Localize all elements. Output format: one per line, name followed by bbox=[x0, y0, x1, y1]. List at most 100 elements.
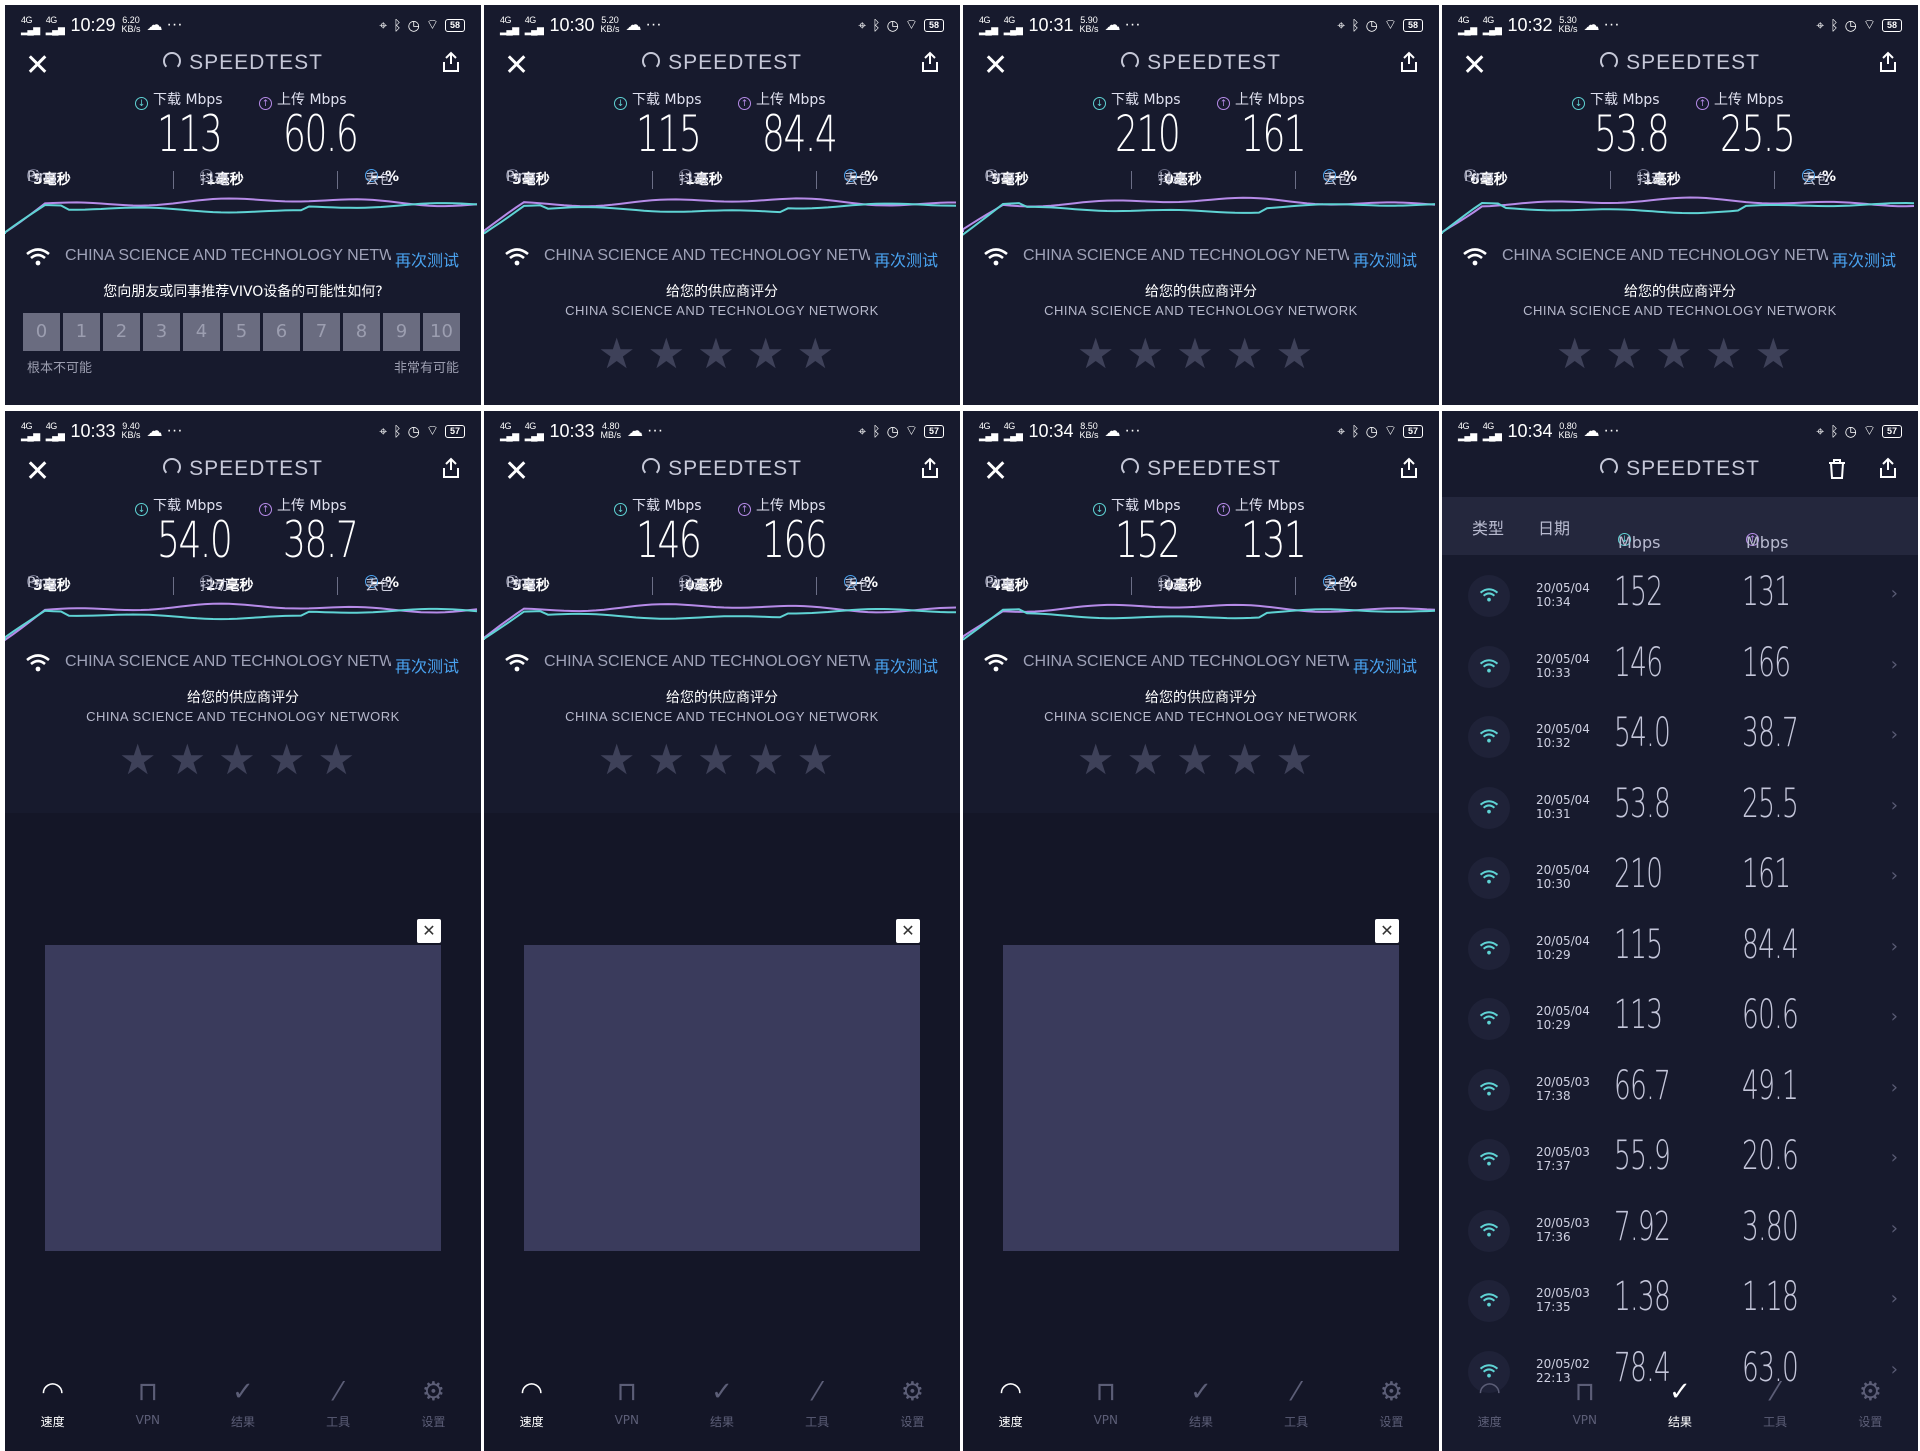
speedtest-logo-icon bbox=[163, 52, 182, 70]
ad-close-icon[interactable]: ✕ bbox=[417, 919, 441, 943]
ad-close-icon[interactable]: ✕ bbox=[896, 919, 920, 943]
share-icon[interactable] bbox=[1399, 51, 1419, 73]
share-icon[interactable] bbox=[920, 51, 940, 73]
cloud-icon: ☁ bbox=[146, 423, 163, 440]
nav-label: 结果 bbox=[230, 1415, 255, 1429]
rating-stars[interactable]: ★★★★★ bbox=[484, 329, 960, 378]
nps-option-4[interactable]: 4 bbox=[183, 313, 220, 351]
history-row[interactable]: 20/05/03 17:36 7.92 3.80 › bbox=[1442, 1196, 1918, 1266]
wifi-icon bbox=[1468, 716, 1510, 758]
nav-gauge[interactable]: ◠ 速度 bbox=[502, 1371, 562, 1430]
history-row[interactable]: 20/05/04 10:31 53.8 25.5 › bbox=[1442, 773, 1918, 843]
retest-link[interactable]: 再次测试 bbox=[869, 653, 938, 677]
nav-magic-wand[interactable]: ⁄ 工具 bbox=[1266, 1371, 1326, 1430]
chevron-right-icon: › bbox=[1890, 1147, 1898, 1168]
nps-option-6[interactable]: 6 bbox=[263, 313, 300, 351]
nav-check-circle[interactable]: ✓ 结果 bbox=[1171, 1371, 1231, 1430]
share-icon[interactable] bbox=[1878, 457, 1898, 479]
nav-magic-wand[interactable]: ⁄ 工具 bbox=[308, 1371, 368, 1430]
rating-stars[interactable]: ★★★★★ bbox=[963, 329, 1439, 378]
nav-magic-wand[interactable]: ⁄ 工具 bbox=[787, 1371, 847, 1430]
metrics-row: s Ping 5毫秒 ~ 抖动 1毫秒 ? 丢包 —% bbox=[484, 169, 960, 191]
nav-gear[interactable]: ⚙ 设置 bbox=[403, 1371, 463, 1430]
nav-check-circle[interactable]: ✓ 结果 bbox=[692, 1371, 752, 1430]
rating-stars[interactable]: ★★★★★ bbox=[484, 735, 960, 784]
rating-stars[interactable]: ★★★★★ bbox=[963, 735, 1439, 784]
history-upload: 20.6 bbox=[1742, 1133, 1799, 1179]
alarm-icon: ◷ bbox=[407, 422, 420, 439]
rating-title: 给您的供应商评分 bbox=[666, 690, 778, 706]
speedtest-logo-icon bbox=[642, 52, 661, 70]
wifi-icon bbox=[25, 653, 51, 673]
history-row[interactable]: 20/05/03 17:37 55.9 20.6 › bbox=[1442, 1125, 1918, 1195]
nps-high-label: 非常有可能 bbox=[393, 361, 459, 376]
nav-gear[interactable]: ⚙ 设置 bbox=[1361, 1371, 1421, 1430]
nav-lock[interactable]: ⊓ VPN bbox=[597, 1371, 657, 1427]
retest-link[interactable]: 再次测试 bbox=[869, 247, 938, 271]
bottom-nav: ◠ 速度 ⊓ VPN ✓ 结果 ⁄ 工具 ⚙ 设置 bbox=[963, 1371, 1439, 1451]
nps-option-0[interactable]: 0 bbox=[23, 313, 60, 351]
history-row[interactable]: 20/05/03 17:35 1.38 1.18 › bbox=[1442, 1266, 1918, 1336]
nps-option-5[interactable]: 5 bbox=[223, 313, 260, 351]
nps-option-7[interactable]: 7 bbox=[303, 313, 340, 351]
retest-link[interactable]: 再次测试 bbox=[390, 247, 459, 271]
retest-link[interactable]: 再次测试 bbox=[1348, 247, 1417, 271]
history-download: 55.9 bbox=[1614, 1133, 1671, 1179]
speedtest-logo-icon bbox=[163, 458, 182, 476]
nps-option-8[interactable]: 8 bbox=[343, 313, 380, 351]
history-datetime: 20/05/04 10:32 bbox=[1536, 722, 1590, 750]
gauge-icon: ◠ bbox=[1478, 1377, 1501, 1407]
nps-option-3[interactable]: 3 bbox=[143, 313, 180, 351]
ad-placeholder[interactable] bbox=[524, 945, 920, 1251]
trash-icon[interactable] bbox=[1828, 459, 1846, 479]
history-row[interactable]: 20/05/04 10:33 146 166 › bbox=[1442, 632, 1918, 702]
ad-placeholder[interactable] bbox=[1003, 945, 1399, 1251]
nav-check-circle[interactable]: ✓ 结果 bbox=[1650, 1371, 1710, 1430]
ping-metric: s Ping 5毫秒 bbox=[506, 169, 550, 188]
signal-icon: 4G ▂▄▆ bbox=[1458, 421, 1477, 441]
nav-lock[interactable]: ⊓ VPN bbox=[1076, 1371, 1136, 1427]
history-row[interactable]: 20/05/04 10:29 115 84.4 › bbox=[1442, 914, 1918, 984]
battery-icon: 57 bbox=[923, 424, 944, 438]
retest-link[interactable]: 再次测试 bbox=[390, 653, 459, 677]
nav-gear[interactable]: ⚙ 设置 bbox=[882, 1371, 942, 1430]
column-date[interactable]: 日期 bbox=[1538, 515, 1570, 539]
nav-lock[interactable]: ⊓ VPN bbox=[118, 1371, 178, 1427]
share-icon[interactable] bbox=[1878, 51, 1898, 73]
rating-stars[interactable]: ★★★★★ bbox=[1442, 329, 1918, 378]
nav-gauge[interactable]: ◠ 速度 bbox=[23, 1371, 83, 1430]
wifi-status-icon: ⌔ bbox=[425, 422, 439, 438]
nav-magic-wand[interactable]: ⁄ 工具 bbox=[1745, 1371, 1805, 1430]
nav-label: 设置 bbox=[900, 1415, 925, 1429]
retest-link[interactable]: 再次测试 bbox=[1827, 247, 1896, 271]
nps-option-1[interactable]: 1 bbox=[63, 313, 100, 351]
history-row[interactable]: 20/05/03 17:38 66.7 49.1 › bbox=[1442, 1055, 1918, 1125]
nav-gauge[interactable]: ◠ 速度 bbox=[981, 1371, 1041, 1430]
history-upload: 60.6 bbox=[1742, 992, 1799, 1038]
nav-check-circle[interactable]: ✓ 结果 bbox=[213, 1371, 273, 1430]
nps-option-9[interactable]: 9 bbox=[383, 313, 420, 351]
share-icon[interactable] bbox=[920, 457, 940, 479]
download-icon: ↓ bbox=[135, 503, 148, 516]
ad-placeholder[interactable] bbox=[45, 945, 441, 1251]
nps-option-2[interactable]: 2 bbox=[103, 313, 140, 351]
nav-gear[interactable]: ⚙ 设置 bbox=[1840, 1371, 1900, 1430]
ad-close-icon[interactable]: ✕ bbox=[1375, 919, 1399, 943]
nav-gauge[interactable]: ◠ 速度 bbox=[1460, 1371, 1520, 1430]
retest-link[interactable]: 再次测试 bbox=[1348, 653, 1417, 677]
history-row[interactable]: 20/05/04 10:34 152 131 › bbox=[1442, 561, 1918, 631]
history-row[interactable]: 20/05/04 10:32 54.0 38.7 › bbox=[1442, 702, 1918, 772]
nav-lock[interactable]: ⊓ VPN bbox=[1555, 1371, 1615, 1427]
share-icon[interactable] bbox=[441, 457, 461, 479]
check-circle-icon: ✓ bbox=[1190, 1377, 1212, 1407]
signal-icon: 4G ▂▄▆ bbox=[21, 421, 40, 441]
share-icon[interactable] bbox=[1399, 457, 1419, 479]
history-row[interactable]: 20/05/04 10:30 210 161 › bbox=[1442, 843, 1918, 913]
share-icon[interactable] bbox=[441, 51, 461, 73]
nps-option-10[interactable]: 10 bbox=[423, 313, 460, 351]
history-download: 7.92 bbox=[1614, 1203, 1671, 1250]
packet-loss-metric: ? 丢包 —% bbox=[1802, 169, 1837, 188]
rating-stars[interactable]: ★★★★★ bbox=[5, 735, 481, 784]
history-row[interactable]: 20/05/04 10:29 113 60.6 › bbox=[1442, 984, 1918, 1054]
column-type[interactable]: 类型 bbox=[1472, 515, 1504, 539]
